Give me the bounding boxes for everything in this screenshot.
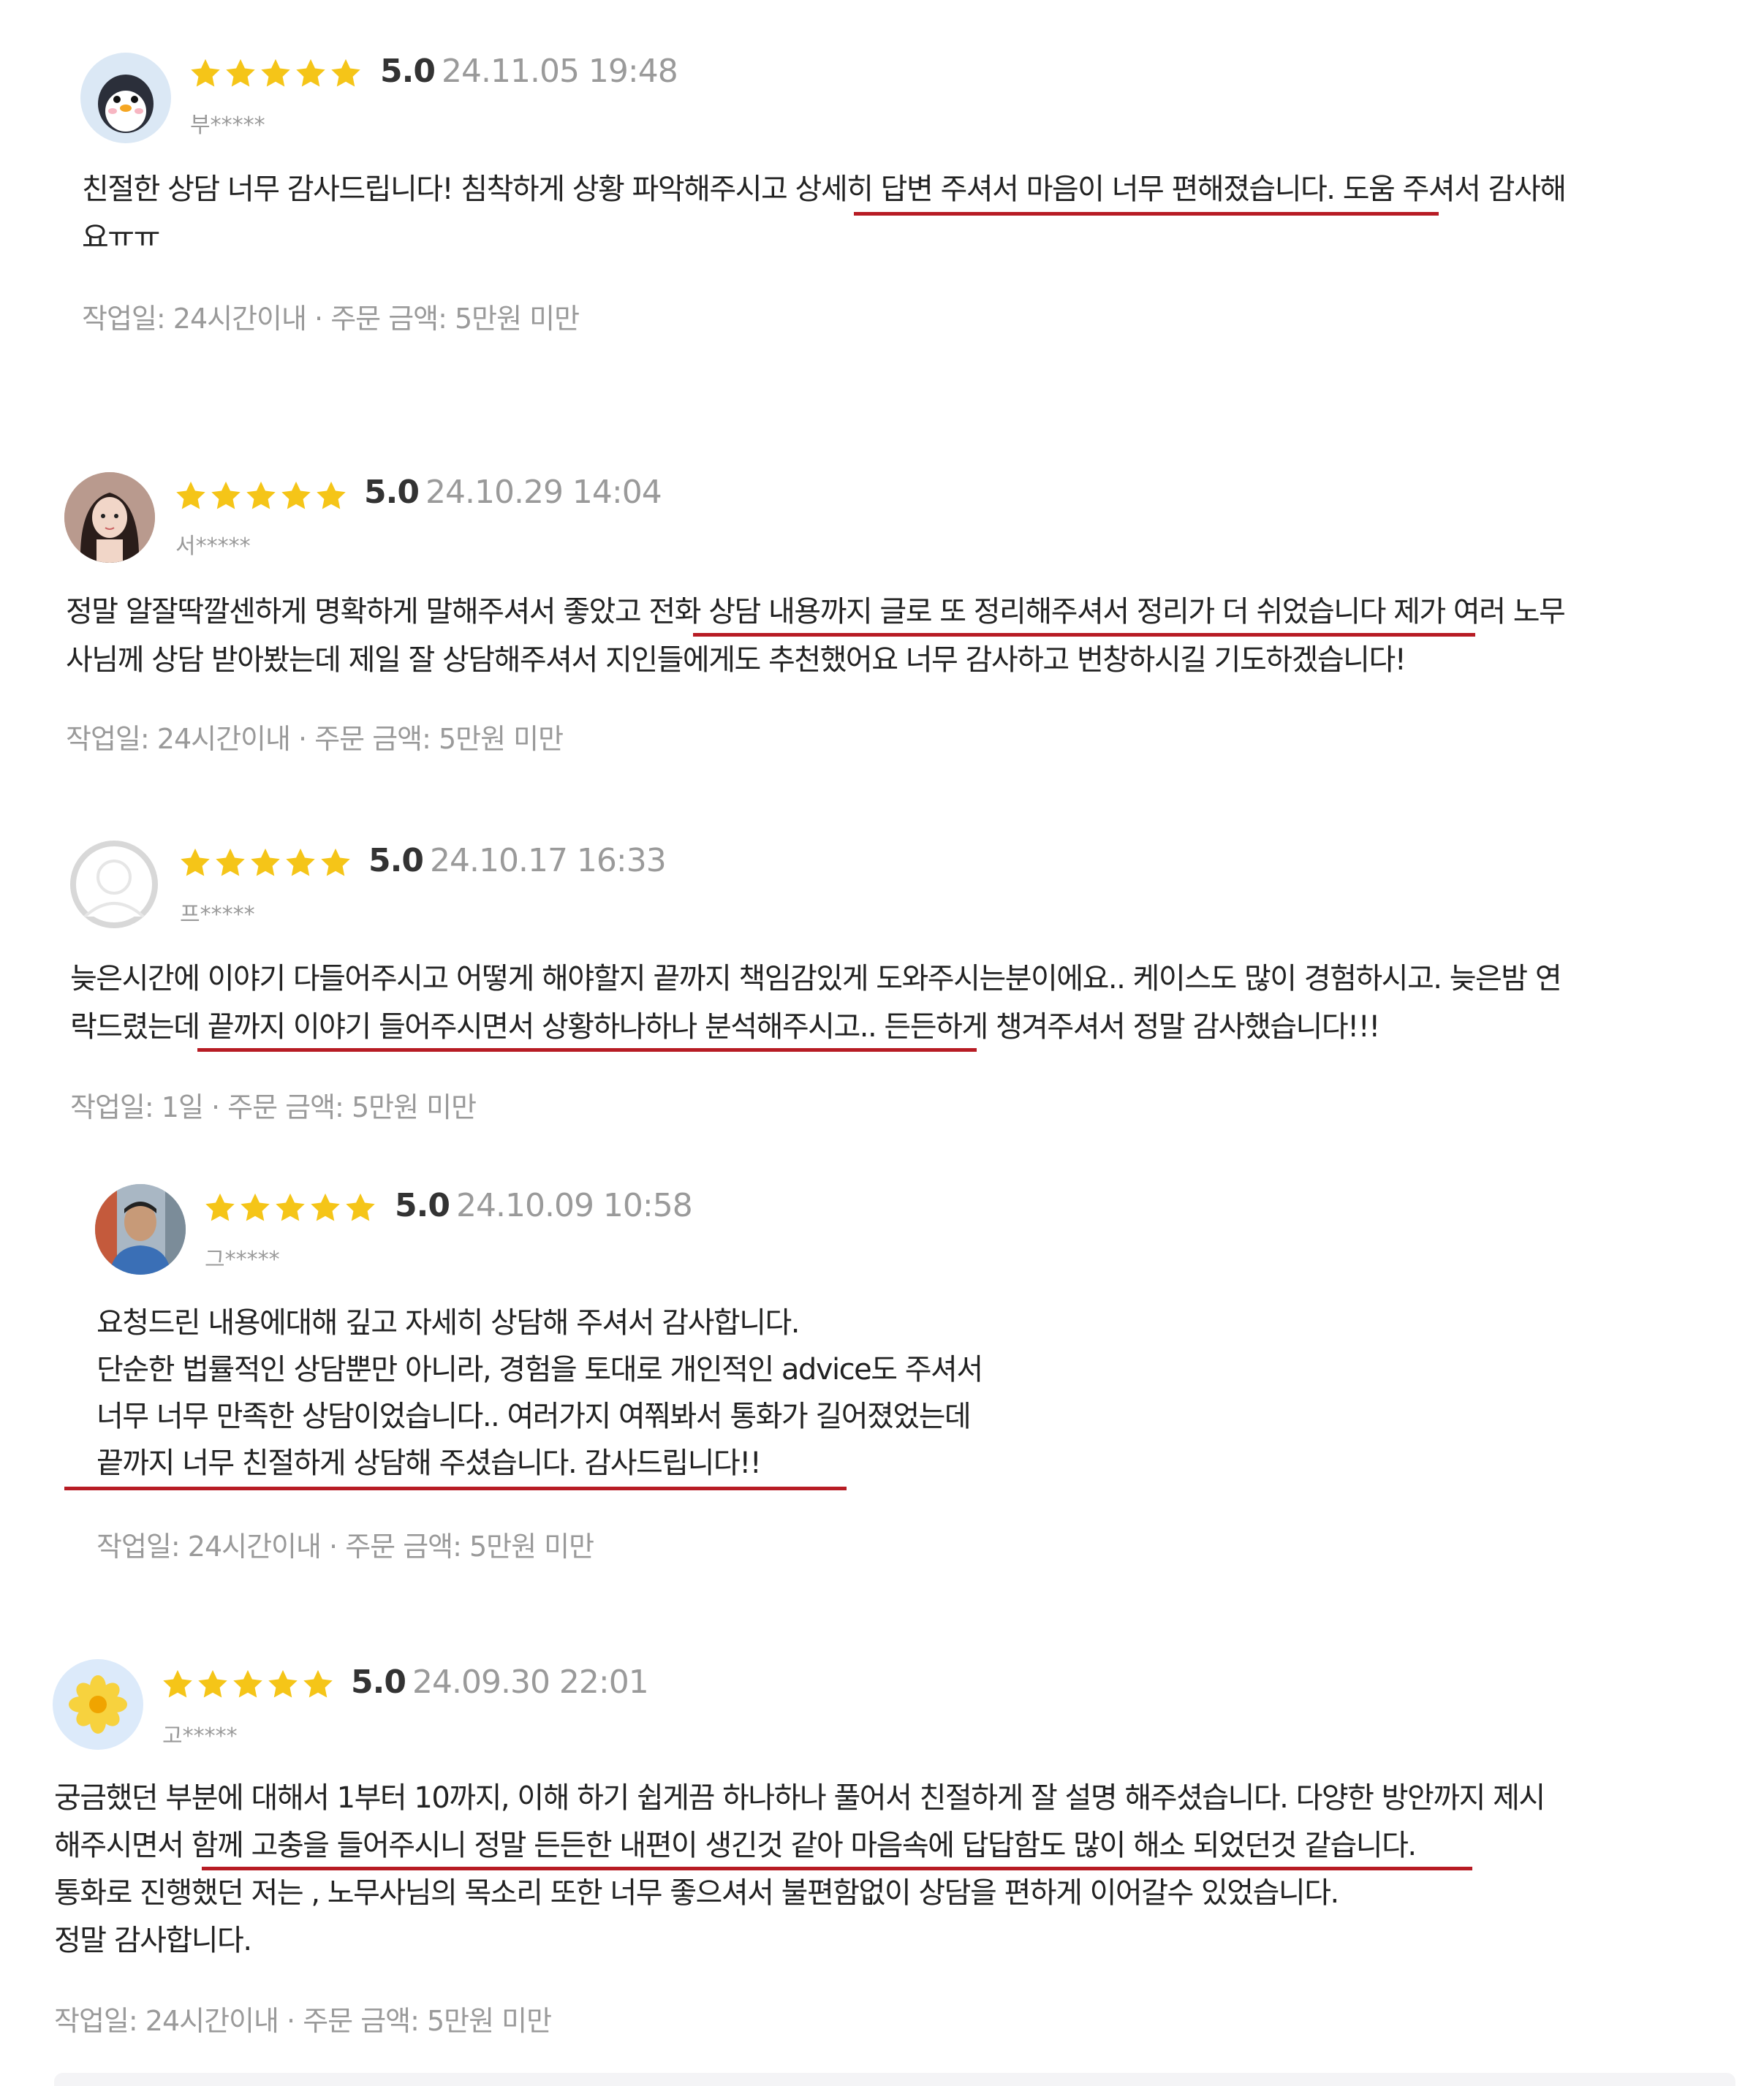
flower-avatar: [53, 1659, 143, 1750]
review-text-line: 정말 감사합니다.: [54, 1924, 252, 1957]
review-text-line: 통화로 진행했던 저는 , 노무사님의 목소리 또한 너무 좋으셔서 불편함없이…: [54, 1876, 1339, 1910]
rating-score: 5.0: [351, 1664, 406, 1701]
review-text-line: 해주시면서 함께 고충을 들어주시니 정말 든든한 내편이 생긴것 같아 마음속…: [54, 1829, 1417, 1862]
reviewer-name: 고*****: [162, 1723, 238, 1749]
highlight-underline: [202, 1867, 1472, 1870]
star-icon: [301, 1668, 335, 1702]
star-icon: [266, 1668, 300, 1702]
review-meta: 작업일: 24시간이내 · 주문 금액: 5만원 미만: [54, 2005, 552, 2037]
star-icon: [196, 1668, 230, 1702]
review-date: 24.09.30 22:01: [412, 1664, 649, 1701]
star-icon: [161, 1668, 194, 1702]
bottom-divider: [54, 2073, 1735, 2086]
star-icon: [231, 1668, 265, 1702]
review-item: 5.0 24.09.30 22:01 고***** 궁금했던 부분에 대해서 1…: [0, 0, 1764, 2086]
star-rating: [161, 1668, 335, 1703]
review-text-line: 궁금했던 부분에 대해서 1부터 10까지, 이해 하기 쉽게끔 하나하나 풀어…: [54, 1781, 1545, 1815]
